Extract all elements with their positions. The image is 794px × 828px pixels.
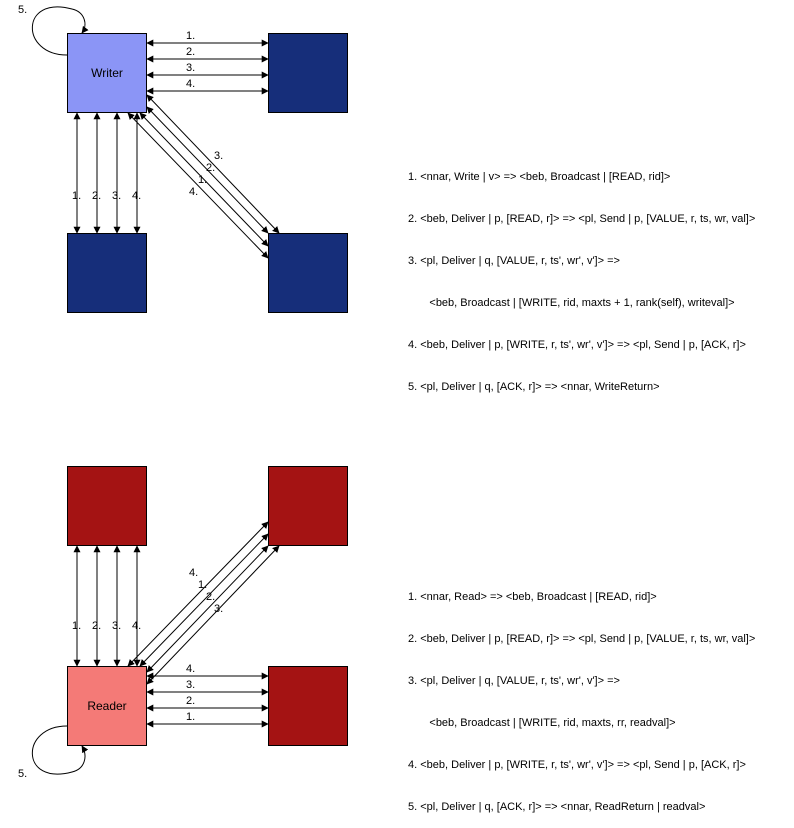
writer-edge-br-2: 2.	[206, 162, 215, 174]
reader-caption-3b: <beb, Broadcast | [WRITE, rid, maxts, rr…	[408, 716, 755, 730]
writer-edge-bl-3: 3.	[112, 190, 121, 202]
reader-edge-self-5: 5.	[18, 768, 27, 780]
writer-edge-right-2: 2.	[186, 46, 195, 58]
reader-edge-tr-1: 1.	[198, 579, 207, 591]
writer-caption-4: 4. <beb, Deliver | p, [WRITE, r, ts', wr…	[408, 338, 755, 352]
writer-caption-5: 5. <pl, Deliver | q, [ACK, r]> => <nnar,…	[408, 380, 755, 394]
writer-edge-bl-4: 4.	[132, 190, 141, 202]
writer-caption-3b: <beb, Broadcast | [WRITE, rid, maxts + 1…	[408, 296, 755, 310]
reader-node: Reader	[67, 666, 147, 746]
reader-edge-right-2: 2.	[186, 695, 195, 707]
writer-edge-right-1: 1.	[186, 30, 195, 42]
reader-caption-5: 5. <pl, Deliver | q, [ACK, r]> => <nnar,…	[408, 800, 755, 814]
writer-node-label: Writer	[91, 66, 123, 80]
writer-caption-1: 1. <nnar, Write | v> => <beb, Broadcast …	[408, 170, 755, 184]
reader-caption-3a: 3. <pl, Deliver | q, [VALUE, r, ts', wr'…	[408, 674, 755, 688]
writer-edge-br-3: 3.	[214, 150, 223, 162]
writer-caption-2: 2. <beb, Deliver | p, [READ, r]> => <pl,…	[408, 212, 755, 226]
reader-edge-tl-1: 1.	[72, 620, 81, 632]
reader-caption-1: 1. <nnar, Read> => <beb, Broadcast | [RE…	[408, 590, 755, 604]
writer-edge-br-4: 4.	[189, 186, 198, 198]
reader-edge-tr-3: 3.	[214, 603, 223, 615]
reader-captions: 1. <nnar, Read> => <beb, Broadcast | [RE…	[408, 562, 755, 828]
writer-captions: 1. <nnar, Write | v> => <beb, Broadcast …	[408, 142, 755, 408]
reader-edge-right-3: 3.	[186, 679, 195, 691]
reader-edge-right-4: 4.	[186, 663, 195, 675]
reader-peer-node-top-left	[67, 466, 147, 546]
reader-edge-tr-4: 4.	[189, 567, 198, 579]
writer-peer-node-top-right	[268, 33, 348, 113]
writer-edge-right-3: 3.	[186, 62, 195, 74]
reader-edge-right-1: 1.	[186, 711, 195, 723]
writer-edge-br-1: 1.	[198, 174, 207, 186]
reader-caption-4: 4. <beb, Deliver | p, [WRITE, r, ts', wr…	[408, 758, 755, 772]
writer-edge-bl-2: 2.	[92, 190, 101, 202]
writer-edge-self-5: 5.	[18, 4, 27, 16]
reader-peer-node-top-right	[268, 466, 348, 546]
reader-edge-tl-2: 2.	[92, 620, 101, 632]
reader-peer-node-right	[268, 666, 348, 746]
reader-node-label: Reader	[87, 699, 126, 713]
reader-edge-tl-3: 3.	[112, 620, 121, 632]
writer-edge-right-4: 4.	[186, 78, 195, 90]
reader-edge-tr-2: 2.	[206, 591, 215, 603]
reader-caption-2: 2. <beb, Deliver | p, [READ, r]> => <pl,…	[408, 632, 755, 646]
writer-caption-3a: 3. <pl, Deliver | q, [VALUE, r, ts', wr'…	[408, 254, 755, 268]
writer-node: Writer	[67, 33, 147, 113]
writer-peer-node-bottom-left	[67, 233, 147, 313]
reader-edge-tl-4: 4.	[132, 620, 141, 632]
writer-peer-node-bottom-right	[268, 233, 348, 313]
writer-edge-bl-1: 1.	[72, 190, 81, 202]
